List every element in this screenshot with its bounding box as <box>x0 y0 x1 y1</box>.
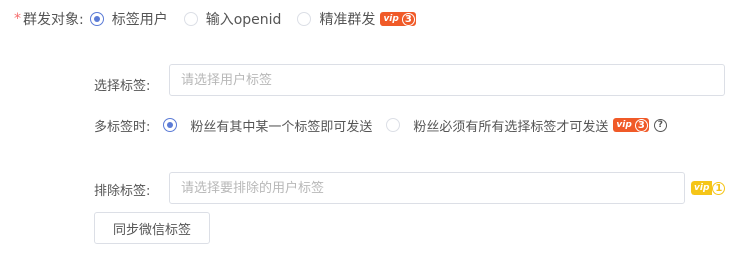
radio-label-openid: 输入openid <box>205 12 282 28</box>
vip-text: vip <box>383 14 399 24</box>
exclude-tags-label: 排除标签: <box>94 184 151 199</box>
sync-wechat-tags-button[interactable]: 同步微信标签 <box>94 212 210 244</box>
select-tags-input[interactable] <box>169 64 725 96</box>
multi-tag-label: 多标签时: <box>94 119 151 135</box>
vip-level: 3 <box>401 12 415 26</box>
vip-badge-icon: vip 3 <box>380 12 416 26</box>
radio-label-tag-users: 标签用户 <box>111 12 168 28</box>
radio-circle-checked[interactable] <box>89 12 104 26</box>
radio-precise[interactable]: 精准群发 <box>297 9 375 29</box>
target-row: * 群发对象: 标签用户 输入openid 精准群发 vip 3 <box>0 8 416 30</box>
vip-level: 1 <box>712 181 726 195</box>
required-mark: * <box>14 11 21 27</box>
select-tags-label: 选择标签: <box>94 79 151 94</box>
radio-label-any-tag: 粉丝有其中某一个标签即可发送 <box>190 119 373 135</box>
radio-circle[interactable] <box>297 12 312 26</box>
vip-badge-icon: vip 1 <box>691 181 726 195</box>
radio-any-tag[interactable]: 粉丝有其中某一个标签即可发送 <box>163 116 372 135</box>
radio-circle[interactable] <box>386 118 401 132</box>
radio-label-precise: 精准群发 <box>319 12 376 28</box>
vip-text: vip <box>691 181 713 195</box>
exclude-tags-input[interactable] <box>169 172 685 204</box>
target-label: 群发对象: <box>23 12 84 28</box>
radio-circle[interactable] <box>183 12 198 26</box>
vip-text: vip <box>616 120 632 130</box>
radio-tag-users[interactable]: 标签用户 <box>89 9 168 29</box>
vip-badge-icon: vip 3 <box>613 118 649 132</box>
vip-level: 3 <box>634 118 648 132</box>
radio-circle-checked[interactable] <box>163 118 178 132</box>
radio-all-tags[interactable]: 粉丝必须有所有选择标签才可发送 <box>386 116 608 135</box>
radio-label-all-tags: 粉丝必须有所有选择标签才可发送 <box>413 119 609 135</box>
radio-openid[interactable]: 输入openid <box>183 9 282 29</box>
multi-tag-row: 多标签时: 粉丝有其中某一个标签即可发送 粉丝必须有所有选择标签才可发送 vip… <box>94 115 667 135</box>
question-circle-icon[interactable]: ? <box>653 118 667 132</box>
